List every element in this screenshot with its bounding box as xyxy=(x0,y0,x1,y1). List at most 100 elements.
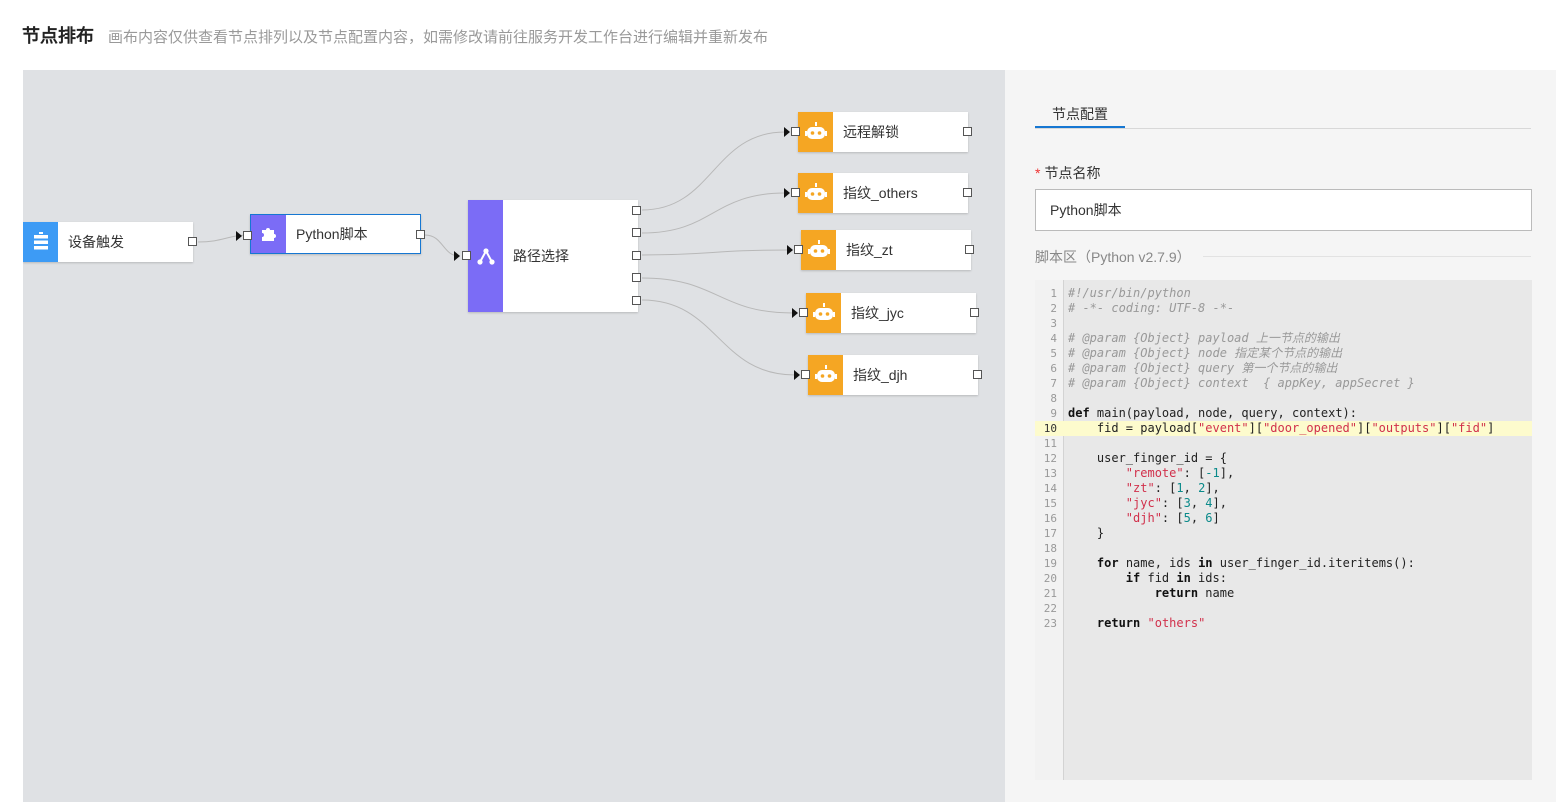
robot-icon xyxy=(806,293,841,333)
output-port[interactable] xyxy=(632,206,641,215)
code-line: 9 def main(payload, node, query, context)… xyxy=(1035,406,1532,421)
code-line: 16 "djh": [5, 6] xyxy=(1035,511,1532,526)
line-number: 10 xyxy=(1043,422,1057,435)
code-line: 1 #!/usr/bin/python xyxy=(1035,286,1532,301)
code-text: user_finger_id = { xyxy=(1068,451,1227,465)
page-header: 节点排布 画布内容仅供查看节点排列以及节点配置内容，如需修改请前往服务开发工作台… xyxy=(22,22,768,48)
output-port[interactable] xyxy=(965,245,974,254)
output-port[interactable] xyxy=(632,228,641,237)
node-remote-unlock[interactable]: 远程解锁 xyxy=(798,112,968,152)
node-name-input[interactable]: Python脚本 xyxy=(1035,189,1532,231)
line-number: 21 xyxy=(1043,587,1057,600)
input-port[interactable] xyxy=(462,251,471,260)
code-text: "djh": [5, 6] xyxy=(1125,511,1220,525)
robot-icon xyxy=(798,173,833,213)
code-line: 20 if fid in ids: xyxy=(1035,571,1532,586)
node-name-label-text: 节点名称 xyxy=(1044,165,1101,181)
robot-icon xyxy=(801,230,836,270)
tab-divider xyxy=(1035,128,1531,129)
output-port[interactable] xyxy=(632,296,641,305)
code-text: if fid in ids: xyxy=(1125,571,1227,585)
line-number: 7 xyxy=(1050,377,1057,390)
line-number: 9 xyxy=(1050,407,1057,420)
code-line: 17 } xyxy=(1035,526,1532,541)
flow-canvas[interactable]: 设备触发 Python脚本 路径选择 远程解锁 指纹_others 指纹_zt … xyxy=(23,70,1005,802)
code-line: 4 # @param {Object} payload 上一节点的输出 xyxy=(1035,331,1532,346)
output-port[interactable] xyxy=(970,308,979,317)
code-line: 23 return "others" xyxy=(1035,616,1532,631)
line-number: 4 xyxy=(1050,332,1057,345)
tab-node-config[interactable]: 节点配置 xyxy=(1035,104,1125,124)
code-text: # @param {Object} node 指定某个节点的输出 xyxy=(1068,346,1343,360)
node-label: 指纹_jyc xyxy=(851,305,904,321)
code-line: 18 xyxy=(1035,541,1532,556)
code-editor[interactable]: 1 #!/usr/bin/python 2 # -*- coding: UTF-8 -… xyxy=(1035,280,1532,780)
code-line: 5 # @param {Object} node 指定某个节点的输出 xyxy=(1035,346,1532,361)
script-area-divider xyxy=(1203,256,1531,257)
code-line: 13 "remote": [-1], xyxy=(1035,466,1532,481)
line-number: 17 xyxy=(1043,527,1057,540)
code-text: "remote": [-1], xyxy=(1125,466,1235,480)
code-line: 10 fid = payload["event"]["door_opened"]… xyxy=(1035,421,1532,436)
code-line: 7 # @param {Object} context { appKey, app… xyxy=(1035,376,1532,391)
code-line: 19 for name, ids in user_finger_id.iteri… xyxy=(1035,556,1532,571)
robot-icon xyxy=(808,355,843,395)
line-number: 3 xyxy=(1050,317,1057,330)
input-port[interactable] xyxy=(791,188,800,197)
page-title: 节点排布 xyxy=(22,26,94,46)
output-port[interactable] xyxy=(416,230,425,239)
input-arrow-icon xyxy=(787,245,793,255)
code-line: 14 "zt": [1, 2], xyxy=(1035,481,1532,496)
input-arrow-icon xyxy=(454,251,460,261)
node-fingerprint-zt[interactable]: 指纹_zt xyxy=(801,230,971,270)
code-text: # @param {Object} payload 上一节点的输出 xyxy=(1068,331,1340,345)
code-line: 15 "jyc": [3, 4], xyxy=(1035,496,1532,511)
code-text: def main(payload, node, query, context): xyxy=(1068,406,1357,420)
node-label: 指纹_djh xyxy=(853,367,908,383)
node-fingerprint-djh[interactable]: 指纹_djh xyxy=(808,355,978,395)
code-text: #!/usr/bin/python xyxy=(1068,286,1191,300)
output-port[interactable] xyxy=(632,273,641,282)
input-port[interactable] xyxy=(794,245,803,254)
output-port[interactable] xyxy=(188,237,197,246)
line-number: 14 xyxy=(1043,482,1057,495)
output-port[interactable] xyxy=(963,127,972,136)
node-device-trigger[interactable]: 设备触发 xyxy=(23,222,193,262)
device-trigger-icon xyxy=(23,222,58,262)
line-number: 23 xyxy=(1043,617,1057,630)
line-number: 19 xyxy=(1043,557,1057,570)
input-port[interactable] xyxy=(243,231,252,240)
code-text: return name xyxy=(1154,586,1235,600)
code-text: fid = payload["event"]["door_opened"]["o… xyxy=(1068,421,1495,435)
output-port[interactable] xyxy=(973,370,982,379)
code-text: return "others" xyxy=(1096,616,1206,630)
line-number: 5 xyxy=(1050,347,1057,360)
line-number: 22 xyxy=(1043,602,1057,615)
node-name-label: * 节点名称 xyxy=(1035,163,1100,183)
output-port[interactable] xyxy=(963,188,972,197)
node-path-select[interactable]: 路径选择 xyxy=(468,200,638,312)
line-number: 1 xyxy=(1050,287,1057,300)
code-text: "jyc": [3, 4], xyxy=(1125,496,1227,510)
node-fingerprint-jyc[interactable]: 指纹_jyc xyxy=(806,293,976,333)
node-label: 指纹_others xyxy=(843,185,918,201)
node-fingerprint-others[interactable]: 指纹_others xyxy=(798,173,968,213)
branch-icon xyxy=(468,200,503,312)
line-number: 20 xyxy=(1043,572,1057,585)
input-arrow-icon xyxy=(784,188,790,198)
code-text: for name, ids in user_finger_id.iteritem… xyxy=(1096,556,1415,570)
input-port[interactable] xyxy=(799,308,808,317)
input-port[interactable] xyxy=(791,127,800,136)
node-label: 路径选择 xyxy=(513,248,569,264)
code-line: 11 xyxy=(1035,436,1532,451)
input-arrow-icon xyxy=(236,231,242,241)
output-port[interactable] xyxy=(632,251,641,260)
input-port[interactable] xyxy=(801,370,810,379)
link-router-others xyxy=(641,192,786,234)
node-python-script[interactable]: Python脚本 xyxy=(250,214,421,254)
robot-icon xyxy=(798,112,833,152)
code-line: 12 user_finger_id = { xyxy=(1035,451,1532,466)
input-arrow-icon xyxy=(792,308,798,318)
line-number: 6 xyxy=(1050,362,1057,375)
node-label: 指纹_zt xyxy=(846,242,893,258)
